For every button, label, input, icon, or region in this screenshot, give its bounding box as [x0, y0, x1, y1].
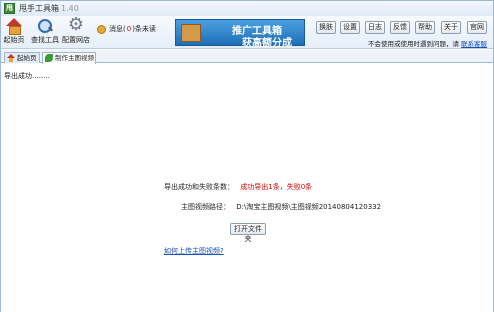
- help-hint: 不会使用或使用时遇到问题，请 联系客服: [368, 38, 487, 48]
- settings-button[interactable]: 设置: [340, 21, 360, 34]
- main-content: 导出成功........ 导出成功和失败条数： 成功导出1条，失败0条 主图视频…: [1, 64, 493, 312]
- result-label: 导出成功和失败条数：: [164, 183, 234, 191]
- contact-support-link[interactable]: 联系客服: [461, 40, 487, 48]
- tab-make-video[interactable]: 制作主图视频: [42, 52, 96, 64]
- export-status: 导出成功........: [4, 72, 50, 80]
- user-icon: [97, 24, 106, 34]
- result-row: 导出成功和失败条数： 成功导出1条，失败0条: [164, 182, 312, 192]
- feedback-button[interactable]: 反馈: [390, 21, 410, 34]
- promo-banner[interactable]: 推广工具箱 获高额分成: [175, 19, 305, 49]
- tab-home[interactable]: 起始页: [4, 52, 40, 63]
- gear-icon: [67, 15, 85, 35]
- path-label: 主图视频路径：: [181, 203, 230, 211]
- leaf-icon: [45, 54, 53, 62]
- home-tool-button[interactable]: 起始页: [3, 18, 25, 47]
- open-folder-button[interactable]: 打开文件夹: [230, 223, 266, 243]
- tab-bar: 起始页 制作主图视频: [1, 50, 493, 64]
- app-name: 甩手工具箱: [19, 4, 59, 13]
- message-prefix: 消息(: [109, 25, 126, 33]
- find-tools-button[interactable]: 查找工具: [31, 18, 59, 47]
- app-logo-icon: 甩: [4, 3, 15, 14]
- window-title: 甩手工具箱 1.40: [19, 3, 79, 14]
- configure-shop-label: 配置网店: [62, 36, 90, 44]
- path-value: D:\淘宝主图视频\主图视频20140804120332: [236, 203, 382, 211]
- home-icon: [5, 18, 23, 35]
- about-button[interactable]: 关于: [441, 21, 461, 34]
- skin-button[interactable]: 换肤: [316, 21, 336, 34]
- banner-line-2: 获高额分成: [242, 38, 292, 49]
- official-site-button[interactable]: 官网: [467, 21, 487, 34]
- toolbox-icon: [181, 24, 201, 42]
- help-button[interactable]: 帮助: [415, 21, 435, 34]
- help-hint-text: 不会使用或使用时遇到问题，请: [368, 40, 459, 48]
- app-window: 甩 甩手工具箱1.40 起始页 查找工具 配置网店 消息( 0 )条未读 推广工…: [0, 0, 494, 312]
- message-suffix: )条未读: [132, 25, 156, 33]
- path-row: 主图视频路径： D:\淘宝主图视频\主图视频20140804120332: [181, 202, 381, 212]
- find-tools-label: 查找工具: [31, 36, 59, 44]
- tab-home-label: 起始页: [17, 54, 37, 62]
- message-count: 0: [126, 25, 132, 33]
- app-version: 1.40: [61, 4, 79, 13]
- log-button[interactable]: 日志: [365, 21, 385, 34]
- home-tool-label: 起始页: [3, 36, 25, 44]
- how-to-upload-link[interactable]: 如何上传主图视频?: [164, 246, 224, 256]
- tab-make-video-label: 制作主图视频: [55, 54, 94, 62]
- message-indicator[interactable]: 消息( 0 )条未读: [97, 24, 156, 34]
- search-icon: [36, 18, 54, 34]
- result-value: 成功导出1条，失败0条: [240, 183, 313, 191]
- home-icon: [7, 54, 15, 62]
- configure-shop-button[interactable]: 配置网店: [62, 15, 90, 47]
